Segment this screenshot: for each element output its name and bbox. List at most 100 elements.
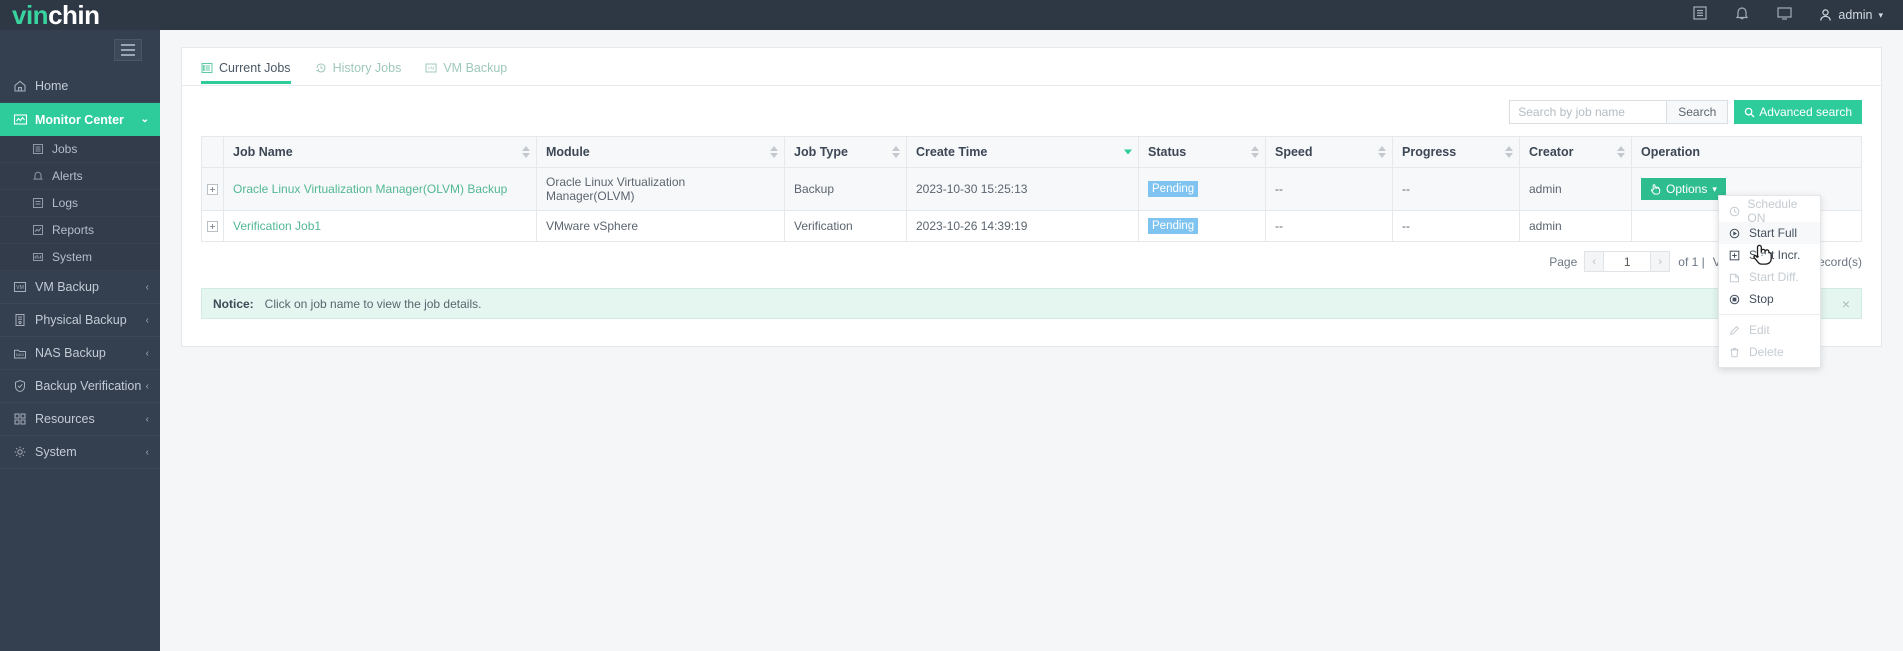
- column-label: Create Time: [916, 145, 988, 159]
- sidebar-label: Physical Backup: [35, 313, 127, 327]
- sort-icon[interactable]: [1505, 146, 1513, 158]
- user-menu[interactable]: admin ▾: [1819, 8, 1883, 22]
- sidebar-item-physical-backup[interactable]: Physical Backup ‹: [0, 304, 160, 337]
- sort-icon[interactable]: [892, 146, 900, 158]
- user-name: admin: [1838, 8, 1873, 22]
- sort-icon[interactable]: [1617, 146, 1625, 158]
- expander-column-header: [201, 136, 224, 168]
- page-label: Page: [1549, 254, 1578, 269]
- menu-item-schedule-on[interactable]: Schedule ON: [1719, 197, 1820, 225]
- menu-item-start-full[interactable]: Start Full: [1719, 222, 1820, 244]
- sidebar-label: System: [35, 445, 77, 459]
- sidebar-item-backup-verification[interactable]: Backup Verification ‹: [0, 370, 160, 403]
- sidebar-sublabel: System: [52, 250, 93, 264]
- svg-text:VM: VM: [428, 66, 435, 71]
- search-input[interactable]: [1509, 100, 1668, 124]
- sidebar-item-nas-backup[interactable]: NAS NAS Backup ‹: [0, 337, 160, 370]
- column-header-module[interactable]: Module: [536, 136, 785, 168]
- options-button[interactable]: Options ▾: [1641, 178, 1726, 200]
- tab-current-jobs[interactable]: Current Jobs: [201, 61, 291, 84]
- job-name-link[interactable]: Verification Job1: [233, 219, 321, 233]
- cell-create-time: 2023-10-30 15:25:13: [906, 167, 1139, 211]
- next-page-button[interactable]: ›: [1650, 251, 1671, 272]
- job-name-link[interactable]: Oracle Linux Virtualization Manager(OLVM…: [233, 182, 507, 196]
- sidebar-label: Backup Verification: [35, 379, 142, 393]
- sidebar-sublabel: Reports: [52, 223, 95, 237]
- sidebar-item-monitor-center[interactable]: Monitor Center ⌄: [0, 103, 168, 136]
- chevron-down-icon: ▾: [1878, 9, 1883, 20]
- expand-plus-icon[interactable]: [207, 184, 218, 196]
- current-jobs-icon: [201, 62, 213, 74]
- status-badge: Pending: [1148, 181, 1199, 197]
- chevron-left-icon: ‹: [145, 314, 149, 326]
- cell-status: Pending: [1138, 210, 1266, 242]
- column-label: Speed: [1275, 145, 1313, 159]
- chevron-left-icon: ‹: [145, 380, 149, 392]
- sidebar-item-home[interactable]: Home: [0, 70, 160, 103]
- sidebar-item-system[interactable]: System ‹: [0, 436, 160, 469]
- tab-history-jobs[interactable]: History Jobs: [315, 61, 401, 83]
- column-header-status[interactable]: Status: [1138, 136, 1266, 168]
- menu-label: Stop: [1749, 292, 1774, 306]
- menu-item-stop[interactable]: Stop: [1719, 288, 1820, 310]
- tab-vm-backup[interactable]: VM VM Backup: [425, 61, 507, 83]
- chevron-down-icon: ⌄: [140, 114, 149, 125]
- row-expander[interactable]: [201, 167, 224, 211]
- menu-item-edit[interactable]: Edit: [1719, 319, 1820, 341]
- table-row: Oracle Linux Virtualization Manager(OLVM…: [201, 167, 1862, 211]
- row-expander[interactable]: [201, 210, 224, 242]
- sort-icon[interactable]: [1251, 146, 1259, 158]
- menu-item-start-diff[interactable]: Start Diff.: [1719, 266, 1820, 288]
- sidebar-item-logs[interactable]: Logs: [0, 190, 160, 217]
- sidebar-item-vm-backup[interactable]: VM VM Backup ‹: [0, 271, 160, 304]
- list-icon[interactable]: [1692, 5, 1708, 26]
- hamburger-line: [121, 49, 135, 51]
- prev-page-button[interactable]: ‹: [1584, 251, 1605, 272]
- brand-logo-part2: chin: [48, 0, 100, 30]
- hand-pointer-icon: [1651, 184, 1661, 195]
- sidebar-item-reports[interactable]: Reports: [0, 217, 160, 244]
- menu-label: Schedule ON: [1747, 197, 1798, 225]
- nas-folder-icon: NAS: [13, 346, 35, 360]
- column-header-progress[interactable]: Progress: [1392, 136, 1520, 168]
- sidebar-item-jobs[interactable]: Jobs: [0, 136, 160, 163]
- cell-progress: --: [1392, 210, 1520, 242]
- close-icon[interactable]: ×: [1842, 296, 1850, 312]
- sort-icon[interactable]: [1378, 146, 1386, 158]
- cell-job-name: Oracle Linux Virtualization Manager(OLVM…: [223, 167, 537, 211]
- hamburger-line: [121, 54, 135, 56]
- plus-square-icon: [1729, 250, 1742, 261]
- sort-icon[interactable]: [522, 146, 530, 158]
- menu-item-delete[interactable]: Delete: [1719, 341, 1820, 363]
- search-button[interactable]: Search: [1667, 100, 1729, 124]
- sidebar-item-alerts[interactable]: Alerts: [0, 163, 160, 190]
- bell-icon[interactable]: [1734, 5, 1750, 26]
- column-header-creator[interactable]: Creator: [1519, 136, 1632, 168]
- advanced-search-button[interactable]: Advanced search: [1734, 100, 1862, 124]
- cell-job-type: Verification: [784, 210, 907, 242]
- sort-icon-active[interactable]: [1124, 149, 1132, 155]
- column-header-job-type[interactable]: Job Type: [784, 136, 907, 168]
- cell-creator: admin: [1519, 210, 1632, 242]
- sort-icon[interactable]: [770, 146, 778, 158]
- monitor-center-icon: [13, 113, 35, 127]
- search-icon: [1745, 107, 1755, 117]
- shield-check-icon: [13, 379, 35, 393]
- cell-speed: --: [1265, 210, 1393, 242]
- column-label: Status: [1148, 145, 1187, 159]
- cell-status: Pending: [1138, 167, 1266, 211]
- top-bar: vinchin admin ▾: [0, 0, 1903, 30]
- menu-item-start-incr[interactable]: Start Incr.: [1719, 244, 1820, 266]
- column-header-speed[interactable]: Speed: [1265, 136, 1393, 168]
- jobs-card: Current Jobs History Jobs VM VM Backup S…: [181, 47, 1882, 347]
- expand-plus-icon[interactable]: [207, 221, 218, 233]
- sidebar-label: VM Backup: [35, 280, 99, 294]
- monitor-icon[interactable]: [1776, 5, 1793, 26]
- column-header-job-name[interactable]: Job Name: [223, 136, 537, 168]
- sidebar-item-resources[interactable]: Resources ‹: [0, 403, 160, 436]
- column-header-create-time[interactable]: Create Time: [906, 136, 1139, 168]
- avatar-icon: [1820, 9, 1832, 21]
- sidebar-item-system-monitor[interactable]: System: [0, 244, 160, 271]
- sidebar-collapse-button[interactable]: [114, 39, 142, 61]
- page-number-input[interactable]: [1604, 251, 1651, 272]
